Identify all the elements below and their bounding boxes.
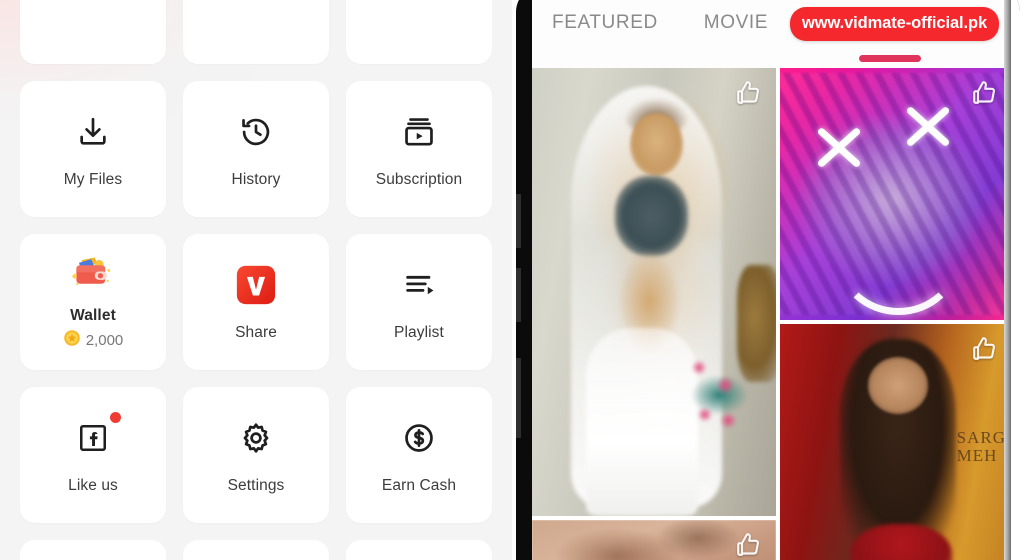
drawer-tile-like-us[interactable]: Like us bbox=[20, 387, 166, 523]
screenshot-root: My Files History Subscription Wallet 2,0… bbox=[0, 0, 1024, 560]
drawer-tile-share[interactable]: Share bbox=[183, 234, 329, 370]
active-tab-indicator bbox=[859, 55, 921, 62]
thumbs-up-icon[interactable] bbox=[734, 530, 764, 560]
drawer-tile-update[interactable] bbox=[20, 540, 166, 560]
app-drawer-panel: My Files History Subscription Wallet 2,0… bbox=[0, 0, 512, 560]
drawer-tile-earn-cash[interactable]: Earn Cash bbox=[346, 387, 492, 523]
notification-dot-badge bbox=[110, 412, 121, 424]
volume-button-up[interactable] bbox=[516, 194, 521, 248]
subscription-video-icon bbox=[396, 109, 442, 155]
drawer-tile-label: Share bbox=[235, 324, 277, 342]
media-card-skin[interactable] bbox=[532, 520, 776, 560]
phone-screen: FEATURED MOVIE MU S bbox=[532, 0, 1012, 560]
drawer-tile-label: Earn Cash bbox=[381, 477, 457, 495]
drawer-tile-partial-top-3[interactable] bbox=[346, 0, 492, 64]
playlist-icon bbox=[396, 262, 442, 308]
wallet-coin-row: 2,000 bbox=[63, 329, 124, 352]
drawer-tile-label: Settings bbox=[227, 477, 285, 495]
drawer-tile-playlist[interactable]: Playlist bbox=[346, 234, 492, 370]
poster-title-line-1: SARG bbox=[956, 427, 1006, 447]
volume-button-down[interactable] bbox=[516, 268, 521, 322]
drawer-tile-help[interactable] bbox=[346, 540, 492, 560]
gear-icon bbox=[233, 415, 279, 461]
wallet-coin-value: 2,000 bbox=[85, 331, 124, 349]
dollar-coin-icon bbox=[396, 415, 442, 461]
power-button[interactable] bbox=[516, 358, 521, 438]
wallet-icon bbox=[70, 252, 116, 298]
drawer-grid: My Files History Subscription Wallet 2,0… bbox=[20, 0, 492, 560]
poster-title-text: SARG MEH bbox=[957, 429, 1006, 465]
drawer-tile-label: Like us bbox=[68, 477, 118, 495]
drawer-tile-label: History bbox=[231, 171, 281, 189]
drawer-tile-partial-top-2[interactable] bbox=[183, 0, 329, 64]
thumbs-up-icon[interactable] bbox=[970, 78, 1000, 108]
phone-showcase-panel: FEATURED MOVIE MU S bbox=[512, 0, 1024, 560]
drawer-tile-label: Subscription bbox=[375, 171, 463, 189]
drawer-tile-label: My Files bbox=[63, 171, 123, 189]
drawer-tile-history[interactable]: History bbox=[183, 81, 329, 217]
drawer-tile-label: Wallet bbox=[70, 307, 116, 325]
media-card-tiger[interactable] bbox=[780, 68, 1012, 320]
drawer-tile-subscription[interactable]: Subscription bbox=[346, 81, 492, 217]
gold-coin-icon bbox=[63, 329, 81, 352]
tab-movie[interactable]: MOVIE bbox=[704, 12, 768, 34]
phone-device-frame: FEATURED MOVIE MU S bbox=[516, 0, 1020, 560]
download-icon bbox=[70, 109, 116, 155]
promo-url-badge[interactable]: www.vidmate-official.pk bbox=[790, 7, 1000, 41]
vidmate-logo-icon bbox=[233, 262, 279, 308]
history-clock-icon bbox=[233, 109, 279, 155]
drawer-tile-feedback[interactable] bbox=[183, 540, 329, 560]
drawer-tile-my-files[interactable]: My Files bbox=[20, 81, 166, 217]
media-thumbnail-image bbox=[532, 68, 776, 516]
drawer-tile-partial-top-1[interactable] bbox=[20, 0, 166, 64]
drawer-tile-settings[interactable]: Settings bbox=[183, 387, 329, 523]
thumbs-up-icon[interactable] bbox=[734, 78, 764, 108]
media-card-poster[interactable]: SARG MEH bbox=[780, 324, 1012, 560]
media-grid: SARG MEH bbox=[532, 68, 1012, 560]
phone-edge-right bbox=[1011, 0, 1020, 560]
poster-title-line-2: MEH bbox=[956, 445, 998, 465]
tab-featured[interactable]: FEATURED bbox=[552, 12, 658, 34]
media-card-sari[interactable] bbox=[532, 68, 776, 516]
drawer-tile-label: Playlist bbox=[394, 324, 444, 342]
media-column-left bbox=[532, 68, 776, 560]
thumbs-up-icon[interactable] bbox=[970, 334, 1000, 364]
facebook-icon bbox=[70, 412, 121, 461]
drawer-tile-wallet[interactable]: Wallet 2,000 bbox=[20, 234, 166, 370]
phone-bezel-right bbox=[1004, 0, 1011, 560]
media-column-right: SARG MEH bbox=[780, 68, 1012, 560]
